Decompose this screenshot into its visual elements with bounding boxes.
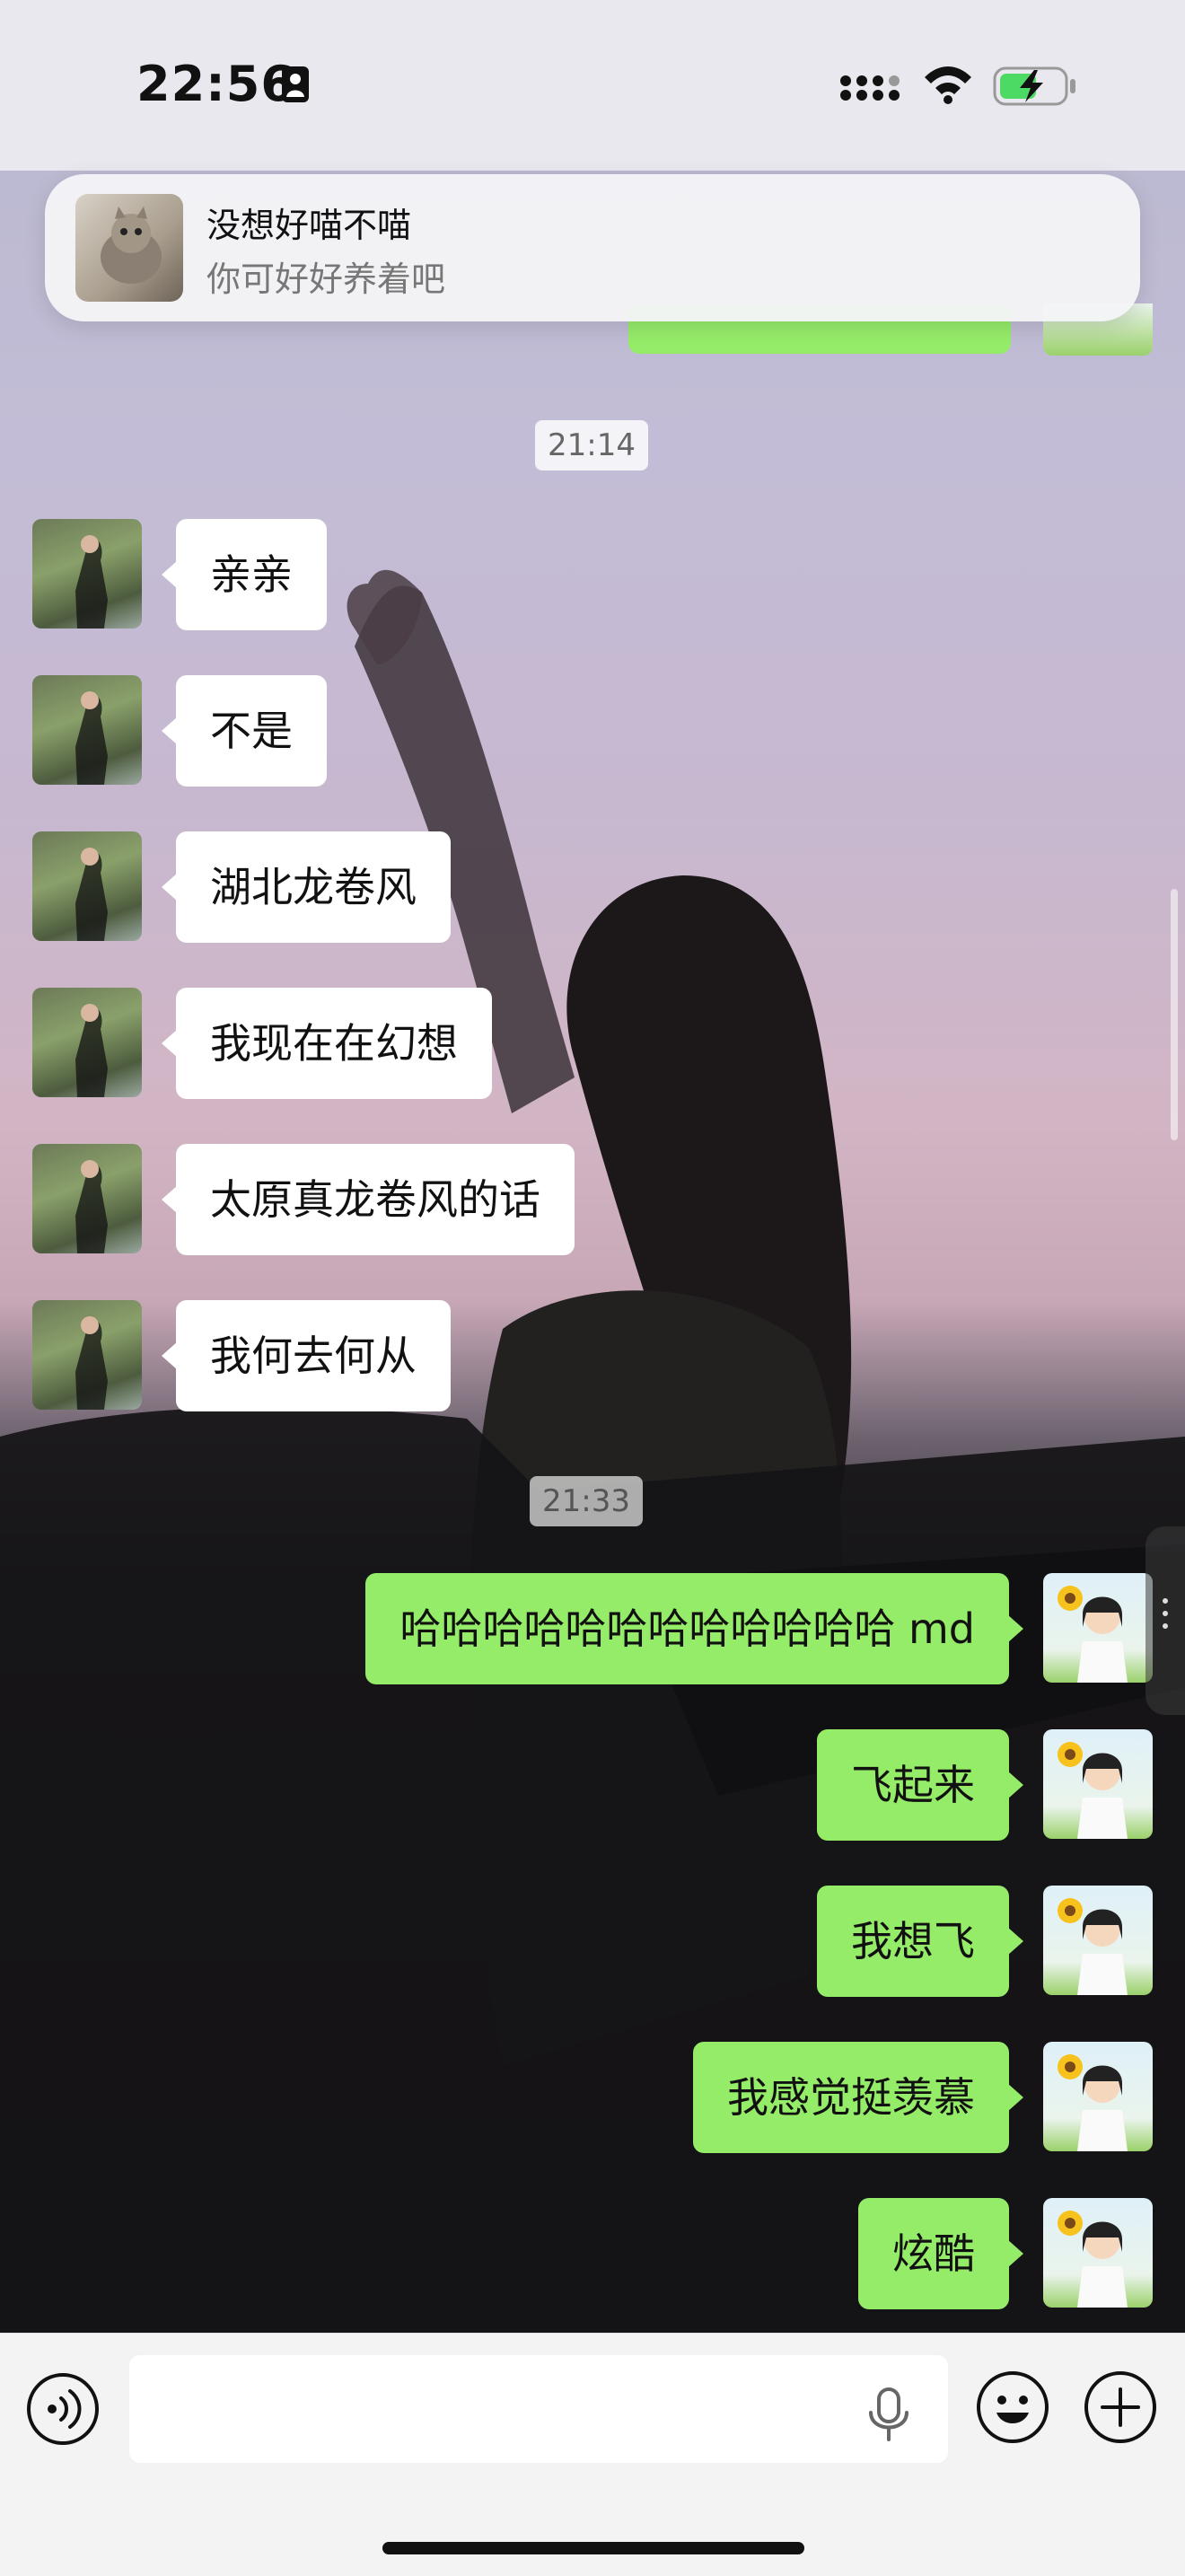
chat-message-list[interactable]: 21:14 亲亲 不是 湖北龙卷风 我现在在幻想 太原真龙卷风的话 我何去何从 … bbox=[0, 0, 1185, 2334]
outgoing-message-bubble[interactable]: 哈哈哈哈哈哈哈哈哈哈哈哈 md bbox=[365, 1573, 1023, 1684]
timestamp: 21:14 bbox=[535, 420, 648, 470]
outgoing-message-bubble[interactable]: 我感觉挺羡慕 bbox=[693, 2042, 1023, 2153]
plus-icon[interactable] bbox=[1083, 2369, 1158, 2445]
contact-avatar[interactable] bbox=[32, 1144, 142, 1253]
outgoing-message-bubble[interactable]: 炫酷 bbox=[858, 2198, 1023, 2309]
outgoing-message-bubble[interactable]: 飞起来 bbox=[817, 1729, 1023, 1841]
incoming-message-bubble[interactable]: 我现在在幻想 bbox=[162, 988, 492, 1099]
my-avatar[interactable] bbox=[1043, 2198, 1153, 2308]
incoming-message-bubble[interactable]: 太原真龙卷风的话 bbox=[162, 1144, 575, 1255]
contact-avatar[interactable] bbox=[32, 675, 142, 785]
contact-avatar[interactable] bbox=[32, 831, 142, 941]
input-bar bbox=[0, 2333, 1185, 2576]
incoming-message-bubble[interactable]: 不是 bbox=[162, 675, 327, 787]
my-avatar[interactable] bbox=[1043, 2042, 1153, 2151]
emoji-icon[interactable] bbox=[975, 2369, 1050, 2445]
my-avatar[interactable] bbox=[1043, 1729, 1153, 1839]
scroll-indicator[interactable] bbox=[1171, 889, 1178, 1140]
message-input[interactable] bbox=[129, 2355, 948, 2463]
side-drag-handle[interactable] bbox=[1146, 1526, 1185, 1715]
timestamp: 21:33 bbox=[530, 1476, 643, 1526]
my-avatar[interactable] bbox=[1043, 1886, 1153, 1995]
incoming-message-bubble[interactable]: 亲亲 bbox=[162, 519, 327, 630]
voice-icon[interactable] bbox=[25, 2371, 101, 2447]
incoming-message-bubble[interactable]: 我何去何从 bbox=[162, 1300, 451, 1411]
incoming-message-bubble[interactable]: 湖北龙卷风 bbox=[162, 831, 451, 943]
contact-avatar[interactable] bbox=[32, 519, 142, 629]
my-avatar[interactable] bbox=[1043, 1573, 1153, 1683]
outgoing-message-bubble[interactable]: 我想飞 bbox=[817, 1886, 1023, 1997]
microphone-icon[interactable] bbox=[864, 2386, 914, 2443]
home-indicator[interactable] bbox=[382, 2542, 804, 2554]
contact-avatar[interactable] bbox=[32, 988, 142, 1097]
contact-avatar[interactable] bbox=[32, 1300, 142, 1410]
